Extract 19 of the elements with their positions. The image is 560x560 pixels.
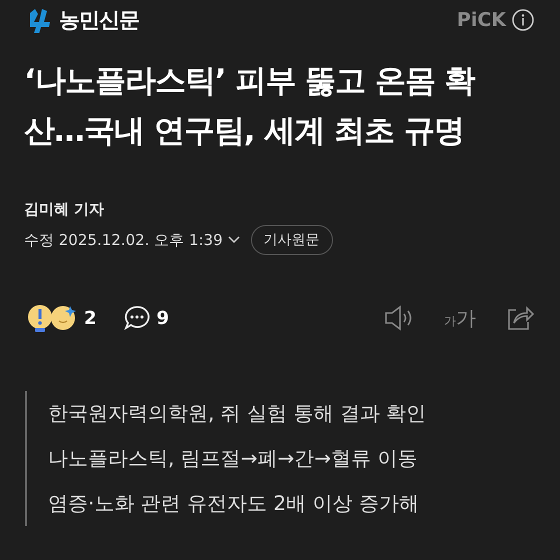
logo-icon <box>27 7 53 33</box>
reaction-emoji-icon[interactable] <box>28 303 78 333</box>
summary-line: 나노플라스틱, 림프절→폐→간→혈류 이동 <box>48 445 418 472</box>
comment-count: 9 <box>156 308 170 328</box>
publisher-logo-text: 농민신문 <box>59 7 139 34</box>
speaker-icon[interactable] <box>384 305 414 331</box>
article-headline: ‘나노플라스틱’ 피부 뚫고 온몸 확산…국내 연구팀, 세계 최초 규명 <box>24 62 476 151</box>
reaction-count: 2 <box>84 308 97 328</box>
original-article-button[interactable]: 기사원문 <box>250 225 333 255</box>
info-icon[interactable] <box>512 9 534 31</box>
summary-line: 한국원자력의학원, 쥐 실험 통해 결과 확인 <box>48 400 428 427</box>
comment-icon[interactable] <box>122 304 151 332</box>
chevron-down-icon[interactable] <box>226 235 241 245</box>
share-icon[interactable] <box>506 304 534 332</box>
summary-line: 염증·노화 관련 유전자도 2배 이상 증가해 <box>48 490 420 517</box>
author-name: 김미혜 기자 <box>24 200 106 219</box>
pick-label: PiCK <box>456 9 506 31</box>
edit-date: 수정 2025.12.02. 오후 1:39 <box>24 230 223 250</box>
font-size-button[interactable]: 가가 <box>444 304 476 332</box>
